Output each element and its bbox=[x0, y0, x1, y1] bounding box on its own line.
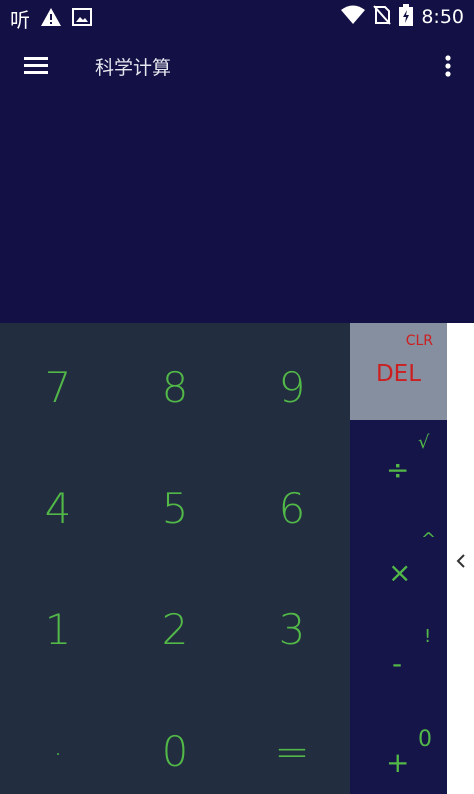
delete-button[interactable]: CLR DEL bbox=[350, 323, 447, 420]
divide-button[interactable]: ÷ bbox=[386, 456, 409, 484]
hamburger-menu-icon[interactable] bbox=[20, 51, 54, 81]
number-keypad: 7 8 9 4 5 6 1 2 3 . 0 = bbox=[0, 323, 350, 794]
more-vert-icon[interactable] bbox=[438, 51, 458, 81]
key-equals[interactable]: = bbox=[234, 731, 350, 773]
result-display bbox=[0, 99, 474, 323]
wifi-icon bbox=[341, 5, 366, 29]
power-button[interactable]: ^ bbox=[421, 531, 436, 549]
key-5[interactable]: 5 bbox=[117, 488, 233, 530]
plus-button[interactable]: + bbox=[386, 749, 409, 777]
page-title: 科学计算 bbox=[95, 57, 172, 79]
key-decimal[interactable]: . bbox=[0, 731, 116, 761]
key-6[interactable]: 6 bbox=[234, 488, 350, 530]
key-4[interactable]: 4 bbox=[0, 488, 116, 530]
operator-panel: CLR DEL ÷ √ × ^ - ! + 0 bbox=[350, 323, 447, 794]
side-panel-handle[interactable] bbox=[447, 323, 474, 794]
minus-button[interactable]: - bbox=[392, 650, 402, 678]
warning-icon bbox=[40, 7, 62, 31]
key-1[interactable]: 1 bbox=[0, 609, 116, 651]
key-9[interactable]: 9 bbox=[234, 367, 350, 409]
key-0[interactable]: 0 bbox=[117, 731, 233, 773]
key-8[interactable]: 8 bbox=[117, 367, 233, 409]
image-icon bbox=[72, 7, 92, 30]
key-2[interactable]: 2 bbox=[117, 609, 233, 651]
factorial-button[interactable]: ! bbox=[424, 628, 431, 646]
clear-label[interactable]: CLR bbox=[406, 333, 433, 349]
battery-charging-icon bbox=[399, 4, 414, 30]
sqrt-button[interactable]: √ bbox=[418, 434, 429, 452]
app-bar: 科学计算 bbox=[0, 33, 474, 99]
delete-label: DEL bbox=[375, 361, 422, 387]
chevron-left-icon[interactable] bbox=[455, 553, 467, 568]
key-7[interactable]: 7 bbox=[0, 367, 116, 409]
key-3[interactable]: 3 bbox=[234, 609, 350, 651]
multiply-button[interactable]: × bbox=[388, 559, 411, 587]
status-time: 8:50 bbox=[421, 6, 464, 28]
app-notification-glyph: 听 bbox=[10, 8, 30, 32]
no-sim-icon bbox=[373, 5, 392, 29]
status-bar: 听 8:50 bbox=[0, 0, 474, 33]
zero-superscript[interactable]: 0 bbox=[418, 729, 432, 751]
